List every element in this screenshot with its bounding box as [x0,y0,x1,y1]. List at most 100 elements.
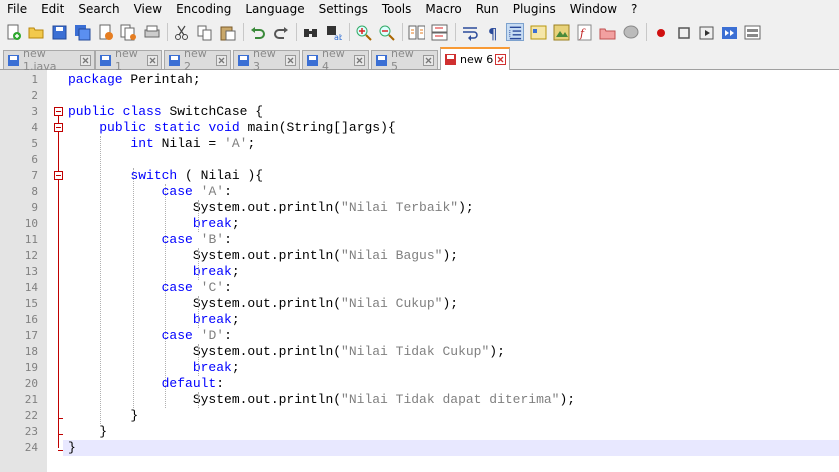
menu-language[interactable]: Language [238,0,311,19]
close-tab-icon[interactable] [354,54,365,66]
file-icon [100,54,111,66]
code-line: public static void main(String[]args){ [99,120,396,135]
sync-horizontal-icon[interactable] [430,23,448,41]
menu-bar: File Edit Search View Encoding Language Settin… [0,0,839,19]
svg-text:¶: ¶ [488,25,498,41]
close-tab-icon[interactable] [495,54,506,65]
sync-vertical-icon[interactable] [407,23,425,41]
save-all-icon[interactable] [73,23,91,41]
tab-new-6[interactable]: new 6 [440,47,510,70]
copy-icon[interactable] [195,23,213,41]
close-tab-icon[interactable] [423,54,434,66]
code-line: System.out.println("Nilai Terbaik"); [68,200,474,215]
code-line: int Nilai = 'A'; [130,136,256,151]
close-tab-icon[interactable] [147,54,158,66]
fold-line [58,116,59,448]
indent-guide [132,168,134,408]
menu-tools[interactable]: Tools [375,0,419,19]
close-all-icon[interactable] [119,23,137,41]
file-icon [307,54,318,66]
word-wrap-icon[interactable] [460,23,478,41]
find-icon[interactable] [301,23,319,41]
code-line: case 'C': [161,280,232,295]
fold-toggle-icon[interactable] [54,171,63,180]
tab-new-5[interactable]: new 5 [371,47,438,73]
document-map-icon[interactable] [552,23,570,41]
new-file-icon[interactable] [4,23,22,41]
indent-guide-icon[interactable] [506,23,524,41]
print-icon[interactable] [142,23,160,41]
close-tab-icon[interactable] [216,54,227,66]
line-number: 12 [24,249,38,262]
function-list-icon[interactable]: f [575,23,593,41]
zoom-out-icon[interactable] [377,23,395,41]
stop-recording-icon[interactable] [674,23,692,41]
line-number: 3 [31,105,38,118]
line-number: 2 [31,89,38,102]
code-editor[interactable]: 1 2 3 4 5 6 7 8 9 10 11 12 13 14 15 16 17 18 19 20 21 22 23 24 … [0,70,839,472]
line-number: 11 [24,233,38,246]
monitoring-icon[interactable] [621,23,639,41]
save-icon[interactable] [50,23,68,41]
run-macro-multiple-icon[interactable] [720,23,738,41]
menu-run[interactable]: Run [469,0,506,19]
redo-icon[interactable] [271,23,289,41]
undo-icon[interactable] [248,23,266,41]
menu-window[interactable]: Window [563,0,624,19]
menu-plugins[interactable]: Plugins [506,0,563,19]
record-macro-icon[interactable] [651,23,669,41]
svg-text:ab: ab [334,33,342,41]
tab-new-3[interactable]: new 3 [233,47,300,73]
menu-edit[interactable]: Edit [34,0,71,19]
tab-new-1-java[interactable]: new 1.java [3,47,95,73]
line-number: 6 [31,153,38,166]
playback-macro-icon[interactable] [697,23,715,41]
code-line: break; [192,360,240,375]
menu-help[interactable]: ? [624,0,644,19]
file-icon [445,54,456,65]
line-number: 10 [24,217,38,230]
menu-encoding[interactable]: Encoding [169,0,238,19]
user-defined-language-icon[interactable] [529,23,547,41]
menu-view[interactable]: View [127,0,169,19]
code-line: System.out.println("Nilai Tidak dapat di… [68,392,576,407]
code-line: break; [192,264,240,279]
indent-guide [197,392,199,408]
fold-toggle-icon[interactable] [54,123,63,132]
fold-end-marker [58,450,63,451]
open-file-icon[interactable] [27,23,45,41]
fold-toggle-icon[interactable] [54,107,63,116]
line-number: 19 [24,361,38,374]
paste-icon[interactable] [218,23,236,41]
menu-settings[interactable]: Settings [312,0,375,19]
save-macro-icon[interactable] [743,23,761,41]
zoom-in-icon[interactable] [354,23,372,41]
tab-label: new 6 [460,53,494,66]
show-all-chars-icon[interactable]: ¶ [483,23,501,41]
folder-workspace-icon[interactable] [598,23,616,41]
replace-icon[interactable]: ab [324,23,342,41]
code-line: switch ( Nilai ){ [130,168,264,183]
tab-new-2[interactable]: new 2 [164,47,231,73]
indent-guide [197,200,199,232]
code-line: public class SwitchCase { [68,104,264,119]
code-line: System.out.println("Nilai Cukup"); [68,296,459,311]
tab-new-4[interactable]: new 4 [302,47,369,73]
close-tab-icon[interactable] [285,54,296,66]
line-number: 15 [24,297,38,310]
cut-icon[interactable] [172,23,190,41]
line-number: 21 [24,393,38,406]
menu-macro[interactable]: Macro [418,0,468,19]
close-icon[interactable] [96,23,114,41]
menu-search[interactable]: Search [71,0,126,19]
toolbar-separator [646,23,647,41]
file-icon [376,54,387,66]
menu-file[interactable]: File [0,0,34,19]
line-number-gutter: 1 2 3 4 5 6 7 8 9 10 11 12 13 14 15 16 17 18 19 20 21 22 23 24 [0,70,47,472]
close-tab-icon[interactable] [80,54,91,66]
current-line-highlight [63,440,839,456]
tab-new-1[interactable]: new 1 [95,47,162,73]
toolbar-separator [455,23,456,41]
code-line: case 'A': [161,184,232,199]
fold-end-marker [58,434,63,435]
